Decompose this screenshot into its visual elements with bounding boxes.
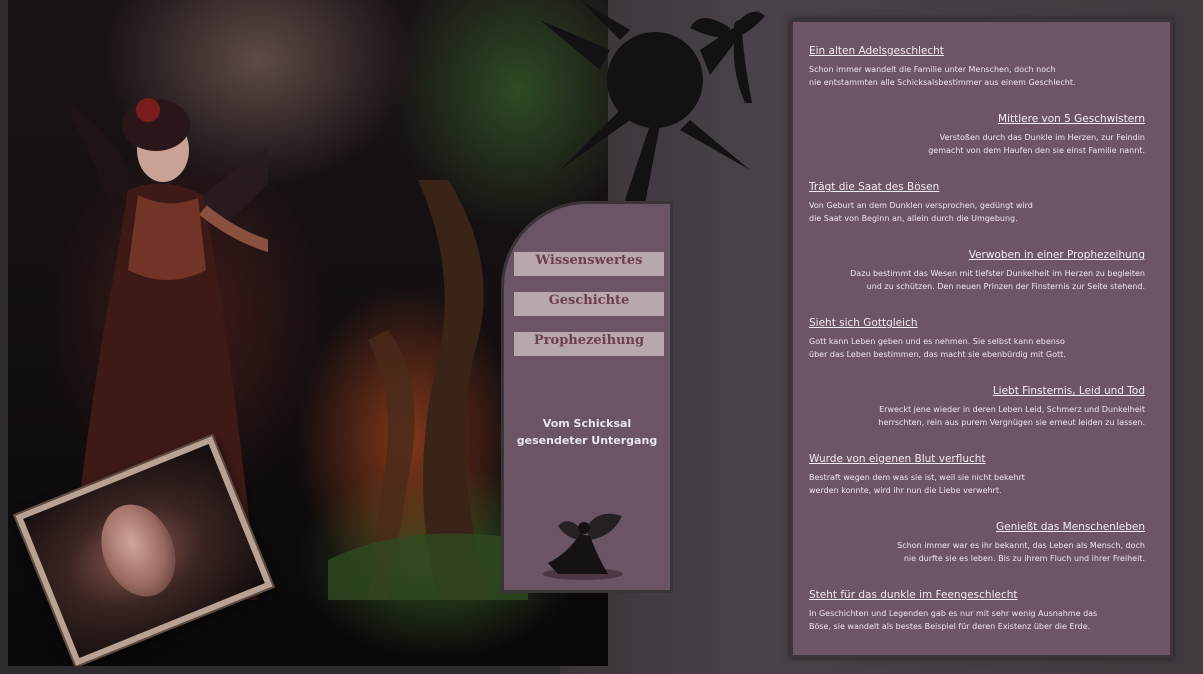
entry-text: Schon immer war es ihr bekannt, das Lebe… bbox=[897, 541, 1145, 563]
entry-text: Erweckt jene wieder in deren Leben Leid,… bbox=[878, 405, 1145, 427]
entry-steht-fuer-das-dunkle-im-feengeschlecht: Steht für das dunkle im Feengeschlecht I… bbox=[809, 583, 1145, 633]
entry-verwoben-in-einer-prophezeihung: Verwoben in einer Prophezeihung Dazu bes… bbox=[809, 243, 1145, 293]
entry-title[interactable]: Wurde von eigenen Blut verflucht bbox=[809, 453, 986, 465]
entry-text: Schon immer wandelt die Familie unter Me… bbox=[809, 65, 1076, 87]
entry-title[interactable]: Liebt Finsternis, Leid und Tod bbox=[993, 385, 1145, 397]
entry-title[interactable]: Trägt die Saat des Bösen bbox=[809, 181, 939, 193]
entry-title[interactable]: Sieht sich Gottgleich bbox=[809, 317, 918, 329]
menu-button-geschichte[interactable]: Geschichte bbox=[514, 292, 664, 316]
entry-text: Bestraft wegen dem was sie ist, weil sie… bbox=[809, 473, 1025, 495]
entry-traegt-die-saat-des-boesen: Trägt die Saat des Bösen Von Geburt an d… bbox=[809, 175, 1145, 225]
page: Wissenswertes Geschichte Prophezeihung V… bbox=[0, 0, 1203, 674]
fairy-silhouette-icon bbox=[690, 11, 765, 103]
sitting-fairy-icon bbox=[543, 513, 623, 580]
entry-text: In Geschichten und Legenden gab es nur m… bbox=[809, 609, 1098, 631]
menu-button-wissenswertes[interactable]: Wissenswertes bbox=[514, 252, 664, 276]
entry-wurde-von-eigenen-blut-verflucht: Wurde von eigenen Blut verflucht Bestraf… bbox=[809, 447, 1145, 497]
entry-text: Von Geburt an dem Dunklen versprochen, g… bbox=[809, 201, 1033, 223]
entry-ein-alten-adelsgeschlecht: Ein alten Adelsgeschlecht Schon immer wa… bbox=[809, 39, 1145, 89]
entry-title[interactable]: Mittlere von 5 Geschwistern bbox=[998, 113, 1145, 125]
entry-liebt-finsternis-leid-und-tod: Liebt Finsternis, Leid und Tod Erweckt j… bbox=[809, 379, 1145, 429]
entry-mittlere-von-5-geschwistern: Mittlere von 5 Geschwistern Verstoßen du… bbox=[809, 107, 1145, 157]
entry-sieht-sich-gottgleich: Sieht sich Gottgleich Gott kann Leben ge… bbox=[809, 311, 1145, 361]
portrait-face bbox=[88, 493, 189, 608]
entry-title[interactable]: Steht für das dunkle im Feengeschlecht bbox=[809, 589, 1018, 601]
entry-title[interactable]: Genießt das Menschenleben bbox=[996, 521, 1145, 533]
entry-text: Gott kann Leben geben und es nehmen. Sie… bbox=[809, 337, 1066, 359]
info-panel: Ein alten Adelsgeschlecht Schon immer wa… bbox=[790, 19, 1173, 658]
menu-caption: Vom Schicksal gesendeter Untergang bbox=[516, 417, 658, 447]
menu-button-prophezeihung[interactable]: Prophezeihung bbox=[514, 332, 664, 356]
entry-title[interactable]: Verwoben in einer Prophezeihung bbox=[969, 249, 1145, 261]
entry-title[interactable]: Ein alten Adelsgeschlecht bbox=[809, 45, 944, 57]
navigation-menu: Wissenswertes Geschichte Prophezeihung V… bbox=[501, 201, 673, 593]
entry-text: Dazu bestimmt das Wesen mit tiefster Dun… bbox=[850, 269, 1145, 291]
twisted-tree-illustration bbox=[328, 180, 528, 600]
entry-geniesst-das-menschenleben: Genießt das Menschenleben Schon immer wa… bbox=[809, 515, 1145, 565]
entry-text: Verstoßen durch das Dunkle im Herzen, zu… bbox=[928, 133, 1145, 155]
